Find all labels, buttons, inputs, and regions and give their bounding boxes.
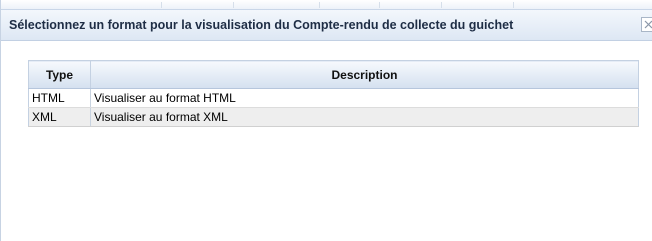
format-selection-dialog: Sélectionnez un format pour la visualisa… [0, 0, 652, 241]
table-row-html[interactable]: HTML Visualiser au format HTML [28, 88, 639, 108]
strip-divider [513, 2, 514, 8]
grid-header-row: Type Description [28, 60, 639, 89]
strip-divider [319, 2, 320, 8]
table-row-xml[interactable]: XML Visualiser au format XML [28, 107, 639, 127]
cell-type[interactable]: HTML [28, 88, 91, 108]
strip-divider [441, 2, 442, 8]
cell-type[interactable]: XML [28, 107, 91, 127]
close-icon [644, 20, 652, 29]
close-button[interactable] [641, 17, 652, 32]
format-grid: Type Description HTML Visualiser au form… [28, 60, 639, 127]
window-top-strip [1, 0, 652, 9]
strip-divider [161, 2, 162, 8]
strip-divider [233, 2, 234, 8]
cell-description[interactable]: Visualiser au format XML [90, 107, 639, 127]
dialog-titlebar[interactable]: Sélectionnez un format pour la visualisa… [1, 9, 652, 41]
column-header-type[interactable]: Type [28, 60, 91, 89]
dialog-title: Sélectionnez un format pour la visualisa… [9, 18, 514, 32]
cell-description[interactable]: Visualiser au format HTML [90, 88, 639, 108]
column-header-description[interactable]: Description [90, 60, 639, 89]
strip-divider [379, 2, 380, 8]
